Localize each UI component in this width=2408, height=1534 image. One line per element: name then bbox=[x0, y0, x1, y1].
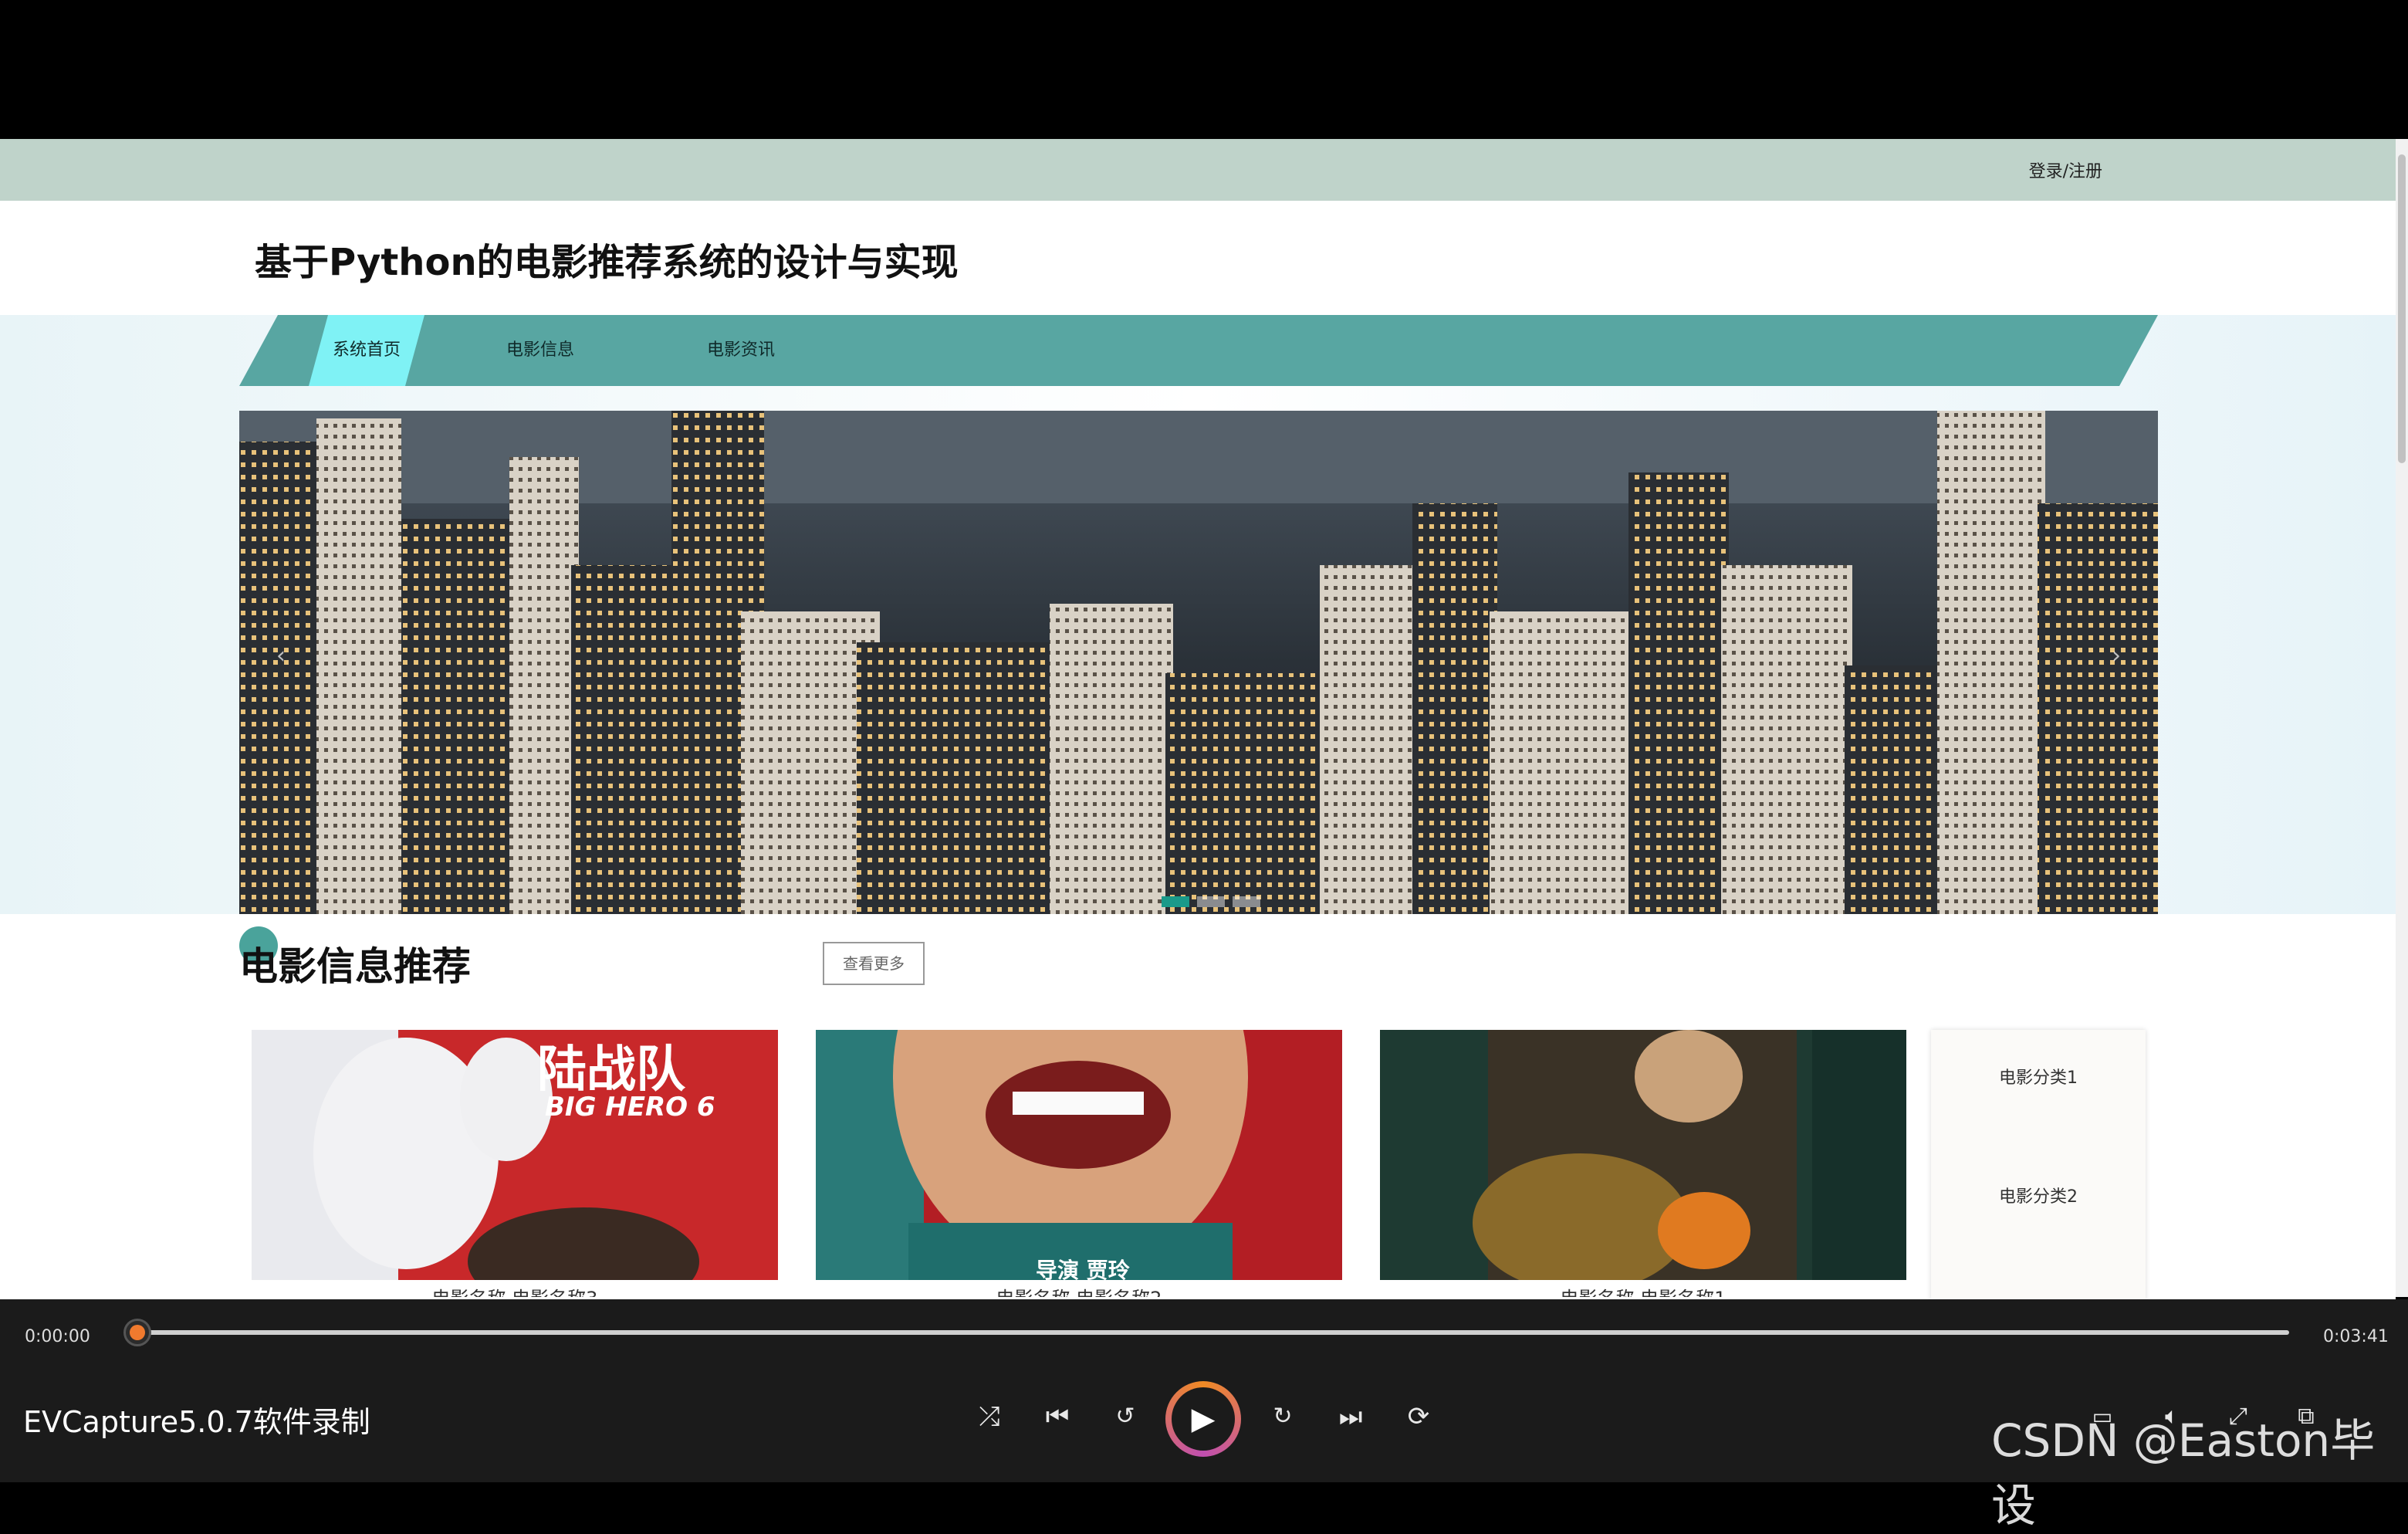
video-player-controls: 0:00:00 0:03:41 EVCapture5.0.7软件录制 ⤮ ⏮ ↺… bbox=[0, 1299, 2408, 1532]
total-time: 0:03:41 bbox=[2323, 1327, 2389, 1346]
poster-image-1 bbox=[252, 1030, 778, 1280]
movie-poster-2[interactable]: 导演 贾玲 bbox=[816, 1030, 1342, 1280]
nav-item-home[interactable]: 系统首页 bbox=[309, 315, 424, 386]
poster-image-3 bbox=[1380, 1030, 1906, 1280]
recording-title: EVCapture5.0.7软件录制 bbox=[23, 1405, 370, 1439]
top-bar: 登录/注册 bbox=[0, 139, 2396, 201]
csdn-watermark: CSDN @Easton毕设 bbox=[1991, 1414, 2376, 1532]
carousel-dots bbox=[1162, 896, 1268, 910]
movie-caption-1[interactable]: 电影名称 电影名称3 bbox=[252, 1283, 778, 1297]
site-header: 基于Python的电影推荐系统的设计与实现 bbox=[0, 201, 2396, 315]
category-item-2[interactable]: 电影分类2 bbox=[1931, 1183, 2146, 1207]
shuffle-icon[interactable]: ⤮ bbox=[968, 1395, 1011, 1438]
poster-image-2 bbox=[816, 1030, 1342, 1280]
poster-2-credit: 导演 贾玲 bbox=[1036, 1258, 1130, 1280]
movie-caption-3[interactable]: 电影名称 电影名称1 bbox=[1380, 1283, 1906, 1297]
current-time: 0:00:00 bbox=[25, 1327, 90, 1346]
poster-1-title: 陆战队 bbox=[537, 1041, 685, 1099]
poster-1-subtitle: BIG HERO 6 bbox=[545, 1092, 715, 1123]
rewind-10-icon[interactable]: ↺ bbox=[1104, 1395, 1147, 1438]
login-register-link[interactable]: 登录/注册 bbox=[2029, 157, 2102, 182]
movie-caption-2[interactable]: 电影名称 电影名称2 bbox=[816, 1283, 1342, 1297]
movie-poster-1[interactable]: 陆战队 BIG HERO 6 bbox=[252, 1030, 778, 1280]
next-icon[interactable]: ⏭ bbox=[1329, 1395, 1372, 1438]
carousel-dot-2[interactable] bbox=[1197, 896, 1225, 907]
progress-track[interactable] bbox=[139, 1330, 2289, 1335]
view-more-button[interactable]: 查看更多 bbox=[823, 942, 925, 985]
banner-next-arrow[interactable]: › bbox=[2112, 642, 2121, 669]
carousel-dot-3[interactable] bbox=[1233, 896, 1260, 907]
main-nav: 系统首页 电影信息 电影资讯 bbox=[239, 315, 2158, 386]
category-item-1[interactable]: 电影分类1 bbox=[1931, 1064, 2146, 1089]
nav-item-movie-info[interactable]: 电影信息 bbox=[471, 315, 610, 386]
scrollbar-thumb[interactable] bbox=[2398, 154, 2406, 463]
progress-knob-center bbox=[130, 1325, 145, 1340]
city-night-image bbox=[239, 411, 2158, 914]
banner-carousel[interactable]: ‹ › bbox=[239, 411, 2158, 914]
play-icon[interactable]: ▶ bbox=[1172, 1387, 1235, 1451]
carousel-dot-1[interactable] bbox=[1162, 896, 1189, 907]
movie-poster-3[interactable] bbox=[1380, 1030, 1906, 1280]
category-panel: 电影分类1 电影分类2 bbox=[1931, 1030, 2146, 1300]
site-title: 基于Python的电影推荐系统的设计与实现 bbox=[255, 241, 959, 284]
banner-prev-arrow[interactable]: ‹ bbox=[276, 642, 286, 669]
forward-30-icon[interactable]: ↻ bbox=[1261, 1395, 1304, 1438]
nav-item-movie-news[interactable]: 电影资讯 bbox=[671, 315, 810, 386]
repeat-icon[interactable]: ⟳ bbox=[1397, 1395, 1440, 1438]
previous-icon[interactable]: ⏮ bbox=[1036, 1395, 1079, 1438]
section-title: 电影信息推荐 bbox=[239, 944, 471, 989]
